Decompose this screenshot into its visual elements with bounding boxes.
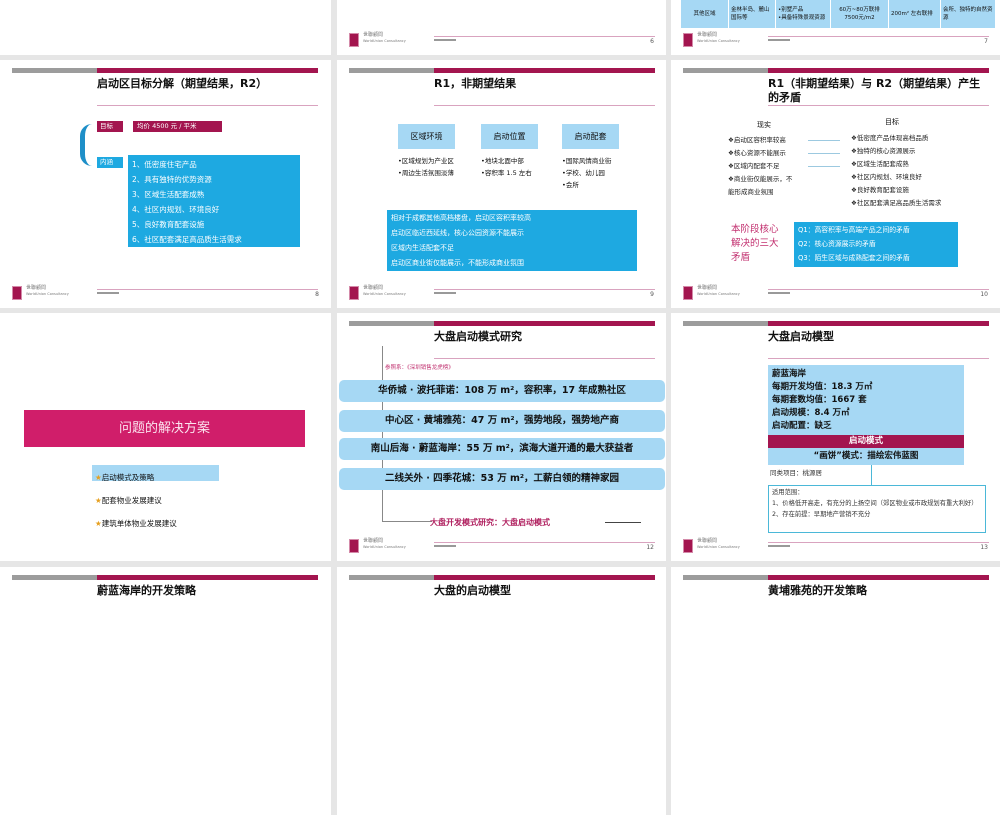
page-number: 13 bbox=[980, 544, 988, 551]
slide-thumbnail-13[interactable]: 大盘启动模型 蔚蓝海岸 每期开发均值：18.3 万㎡ 每期套数均值：1667 套启动… bbox=[671, 313, 1000, 561]
goal-label: 目标 bbox=[885, 118, 899, 126]
page-number: 6 bbox=[650, 38, 654, 45]
slide-thumbnail-16[interactable]: 黄埔雅苑的开发策略 bbox=[671, 567, 1000, 815]
logo-text: 世聯顧問 WorldUnion Consultancy bbox=[363, 538, 406, 549]
questions-box: Q1：高容积率与高端产品之间的矛盾 Q2：核心资源展示的矛盾 Q3：陌生区域与成熟配… bbox=[794, 222, 958, 267]
slide-thumbnail-7[interactable]: 源 其他区域 金林半岛、麓山国际等 •别墅产品•具备特殊景观资源 60万~80万… bbox=[671, 0, 1000, 55]
target-label: 目标 bbox=[97, 121, 123, 132]
arrow-icon bbox=[605, 522, 641, 523]
case-row: 华侨城 · 波托菲诺：108 万 m²，容积率，17 年成熟社区 bbox=[339, 380, 665, 402]
column-head: 启动配套 bbox=[562, 124, 619, 149]
slide-title: 启动区目标分解（期望结果，R2） bbox=[97, 77, 268, 90]
slide-thumbnail-6[interactable]: 世聯顧問 WorldUnion Consultancy 6 bbox=[337, 0, 666, 55]
page-number: 12 bbox=[646, 544, 654, 551]
footer-note bbox=[768, 39, 790, 41]
slide-title: 大盘启动模式研究 bbox=[434, 330, 522, 343]
case-row: 二线关外 · 四季花城：53 万 m²，工薪白领的精神家园 bbox=[339, 468, 665, 490]
bullet-list: •国际风情商业街 •学校、幼儿园 •会所 bbox=[562, 157, 612, 189]
slide-title: 黄埔雅苑的开发策略 bbox=[768, 584, 867, 597]
logo-text: 世聯顧問 WorldUnion Consultancy bbox=[697, 538, 740, 549]
similar-project: 同类项目：桃源居 bbox=[770, 469, 822, 477]
column-head: 启动位置 bbox=[481, 124, 538, 149]
logo-text: 世聯顧問 WorldUnion Consultancy bbox=[26, 285, 69, 296]
slide-thumbnail-5[interactable] bbox=[0, 0, 331, 55]
core-label: 本阶段核心 解决的三大 矛盾 bbox=[731, 224, 779, 263]
conclusion: 大盘开发模式研究：大盘启动模式 bbox=[430, 518, 550, 527]
footer-line bbox=[768, 36, 989, 37]
footer-note bbox=[434, 39, 456, 41]
facts-box: 蔚蓝海岸 每期开发均值：18.3 万㎡ 每期套数均值：1667 套启动规模：8.4 … bbox=[768, 365, 964, 435]
slide-thumbnail-15[interactable]: 大盘的启动模型 bbox=[337, 567, 666, 815]
agenda-item[interactable]: ★配套物业发展建议 bbox=[95, 489, 177, 512]
reality-label: 现实 bbox=[757, 121, 771, 129]
slide-title: 大盘启动模型 bbox=[768, 330, 834, 343]
page-number: 7 bbox=[984, 38, 988, 45]
target-value: 均价 4500 元 / 平米 bbox=[133, 121, 222, 132]
comparison-table: 源 其他区域 金林半岛、麓山国际等 •别墅产品•具备特殊景观资源 60万~80万… bbox=[680, 0, 996, 29]
case-row: 中心区 · 黄埔雅苑：47 万 m²，强势地段，强势地产商 bbox=[339, 410, 665, 432]
page-number: 9 bbox=[650, 291, 654, 298]
logo-icon bbox=[349, 286, 359, 300]
mode-label: 启动模式 bbox=[768, 435, 964, 448]
case-row: 南山后海 · 蔚蓝海岸：55 万 m²，滨海大道开通的最大获益者 bbox=[339, 438, 665, 460]
logo-text: 世聯顧問 WorldUnion Consultancy bbox=[697, 32, 740, 43]
footer-line bbox=[434, 36, 655, 37]
page-number: 10 bbox=[980, 291, 988, 298]
logo-icon bbox=[683, 33, 693, 47]
scope-box: 适用范围： 1、价格低开高走，有充分的上扬空间（郊区物业或市政规划有重大利好） 2、… bbox=[768, 485, 986, 533]
slide-thumbnail-12[interactable]: 大盘启动模式研究 参照系：《深圳销售龙虎榜》 华侨城 · 波托菲诺：108 万 … bbox=[337, 313, 666, 561]
logo-icon bbox=[12, 286, 22, 300]
section-title: 问题的解决方案 bbox=[24, 410, 305, 447]
logo-text: 世聯顧問 WorldUnion Consultancy bbox=[363, 285, 406, 296]
slide-title: R1，非期望结果 bbox=[434, 77, 517, 90]
slide-thumbnail-8[interactable]: 启动区目标分解（期望结果，R2） 目标 均价 4500 元 / 平米 内涵 1、… bbox=[0, 60, 331, 308]
logo-text: 世聯顧問 WorldUnion Consultancy bbox=[363, 32, 406, 43]
agenda-list: ★启动模式及策略 ★配套物业发展建议 ★建筑单体物业发展建议 bbox=[95, 466, 177, 535]
logo-icon bbox=[683, 539, 693, 553]
logo-icon bbox=[349, 539, 359, 553]
slide-title: R1（非期望结果）与 R2（期望结果）产生的矛盾 bbox=[768, 77, 981, 104]
column-head: 区域环境 bbox=[398, 124, 455, 149]
bullet-list: •地块北面中部 •容积率 1.5 左右 bbox=[481, 157, 532, 177]
slide-thumbnail-10[interactable]: R1（非期望结果）与 R2（期望结果）产生的矛盾 现实 目标 ❖启动区容积率较高… bbox=[671, 60, 1000, 308]
agenda-item[interactable]: ★建筑单体物业发展建议 bbox=[95, 512, 177, 535]
summary-box: 相对于成都其他高档楼盘，启动区容积率较高 启动区临近西延线，核心公园资源不能展示区… bbox=[387, 210, 637, 271]
content-label: 内涵 bbox=[97, 157, 123, 168]
mode-value: “画饼”模式：描绘宏伟蓝图 bbox=[768, 448, 964, 465]
logo-icon bbox=[349, 33, 359, 47]
logo-text: 世聯顧問 WorldUnion Consultancy bbox=[697, 285, 740, 296]
reality-list: ❖启动区容积率较高 ❖核心资源不能展示 ❖区域内配套不足 ❖商业街仅能展示，不 能形成商… bbox=[728, 136, 793, 196]
slide-title: 蔚蓝海岸的开发策略 bbox=[97, 584, 196, 597]
content-list: 1、低密度住宅产品 2、具有独特的优势资源 3、区域生活配套成熟 4、社区内规划、环境… bbox=[128, 155, 300, 247]
page-number: 8 bbox=[315, 291, 319, 298]
goal-list: ❖低密度产品体现高档品质 ❖独特的核心资源展示 ❖区域生活配套成熟 ❖社区内规划、环境… bbox=[851, 134, 942, 207]
slide-title: 大盘的启动模型 bbox=[434, 584, 511, 597]
logo-icon bbox=[683, 286, 693, 300]
curved-arrow-icon bbox=[80, 124, 94, 166]
reference: 参照系：《深圳销售龙虎榜》 bbox=[385, 365, 454, 371]
slide-thumbnail-11[interactable]: 问题的解决方案 ★启动模式及策略 ★配套物业发展建议 ★建筑单体物业发展建议 bbox=[0, 313, 331, 561]
slide-thumbnail-9[interactable]: R1，非期望结果 区域环境 启动位置 启动配套 •区域规划为产业区 •周边生活氛围… bbox=[337, 60, 666, 308]
bullet-list: •区域规划为产业区 •周边生活氛围淡薄 bbox=[398, 157, 454, 177]
agenda-item[interactable]: ★启动模式及策略 bbox=[95, 466, 177, 489]
slide-thumbnail-14[interactable]: 蔚蓝海岸的开发策略 bbox=[0, 567, 331, 815]
